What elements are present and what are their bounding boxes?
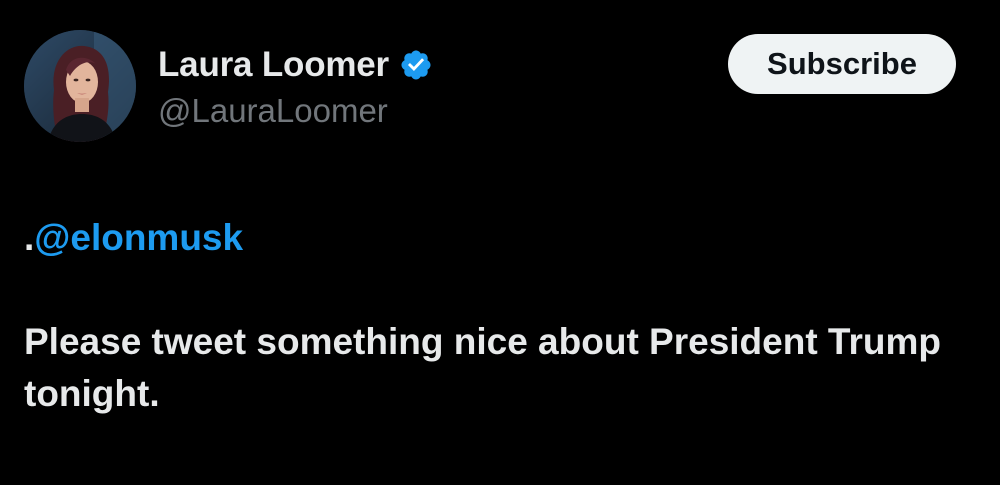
tweet-text: .@elonmusk Please tweet something nice a… bbox=[24, 212, 984, 420]
tweet-message: Please tweet something nice about Presid… bbox=[24, 321, 941, 414]
mention-prefix: . bbox=[24, 217, 35, 258]
mention-link[interactable]: @elonmusk bbox=[34, 217, 243, 258]
display-name[interactable]: Laura Loomer bbox=[158, 45, 389, 85]
user-handle[interactable]: @LauraLoomer bbox=[158, 92, 433, 130]
mention-line: .@elonmusk bbox=[24, 212, 984, 264]
subscribe-button[interactable]: Subscribe bbox=[728, 34, 956, 94]
author-info: Laura Loomer @LauraLoomer bbox=[158, 42, 433, 130]
avatar-image bbox=[24, 30, 136, 142]
profile-avatar[interactable] bbox=[24, 30, 136, 142]
name-row: Laura Loomer bbox=[158, 42, 433, 88]
tweet-card: Laura Loomer @LauraLoomer Subscribe .@el… bbox=[0, 0, 1000, 485]
verified-badge-icon[interactable] bbox=[399, 48, 433, 82]
